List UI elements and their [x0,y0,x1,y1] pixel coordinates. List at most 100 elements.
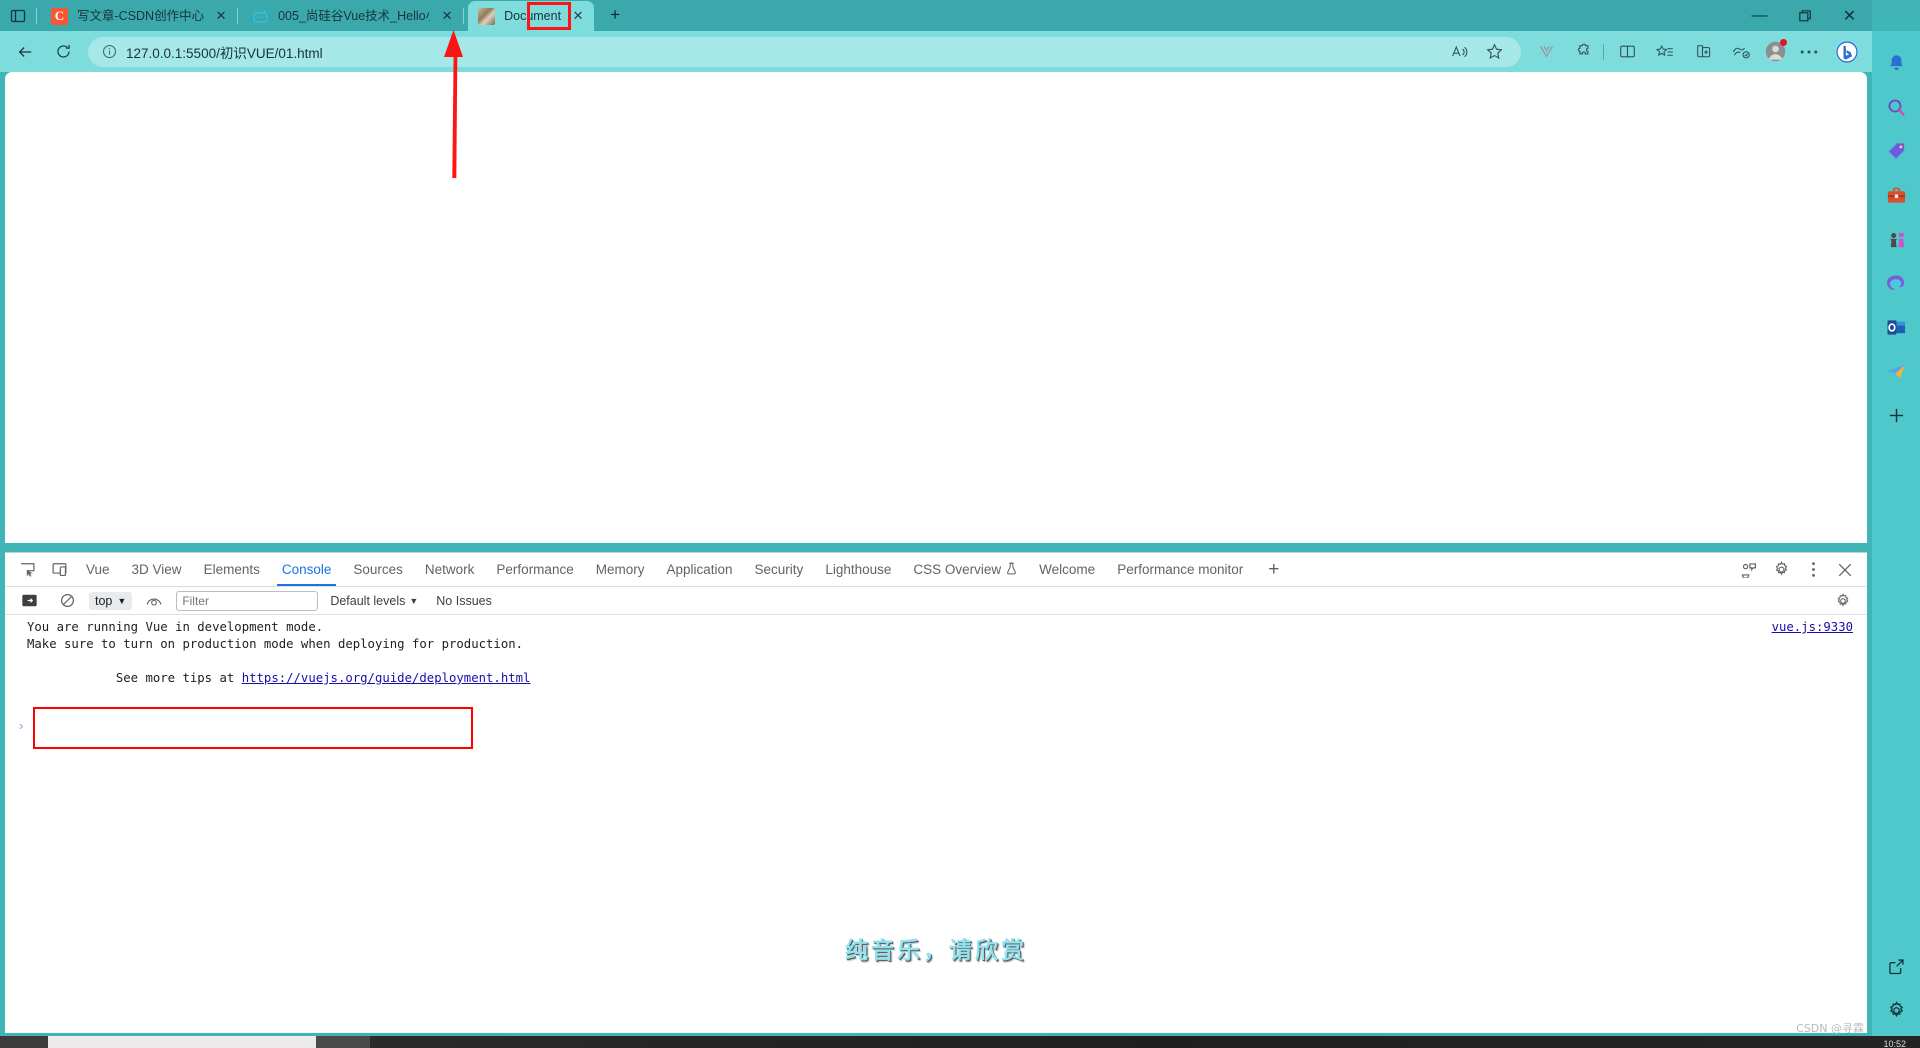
vue-devtools-extension-icon[interactable] [1530,36,1562,68]
notifications-bell-icon[interactable] [1876,41,1916,85]
browser-essentials-icon[interactable] [1725,36,1757,68]
devtools-panel: Vue 3D View Elements Console Sources Net… [5,552,1867,1033]
toggle-drawer-icon[interactable] [1735,556,1763,584]
console-message[interactable]: You are running Vue in development mode.… [5,615,1867,704]
tab-title: 写文章-CSDN创作中心 [77,9,205,23]
experimental-flask-icon [1006,562,1017,578]
console-sidebar-toggle-icon[interactable] [15,587,43,615]
devtools-toolbar-right [1733,556,1867,584]
page-viewport[interactable] [5,72,1867,543]
close-devtools-icon[interactable] [1831,556,1859,584]
browser-tab-3-active[interactable]: Document ✕ [468,1,595,31]
console-input-highlight[interactable] [33,707,473,749]
collections-favorites-icon[interactable] [1649,36,1681,68]
settings-more-icon[interactable] [1793,36,1825,68]
extensions-puzzle-icon[interactable] [1568,36,1600,68]
tab-close-icon[interactable]: ✕ [568,6,588,26]
devtools-tab-application[interactable]: Application [655,553,743,586]
devtools-tab-lighthouse[interactable]: Lighthouse [814,553,902,586]
devtools-tab-console[interactable]: Console [271,553,343,586]
console-message-line: You are running Vue in development mode. [27,620,324,634]
toolbar-right-icons [1527,36,1866,68]
tab-label: CSS Overview [913,562,1002,577]
refresh-icon[interactable] [47,36,79,68]
tools-briefcase-icon[interactable] [1876,173,1916,217]
devtools-tab-css-overview[interactable]: CSS Overview [902,553,1028,586]
levels-label: Default levels [330,593,406,608]
profile-avatar[interactable] [1760,37,1790,67]
telegram-send-icon[interactable] [1876,349,1916,393]
add-sidebar-app-icon[interactable] [1876,393,1916,437]
devtools-tab-security[interactable]: Security [744,553,815,586]
tab-label: Application [666,562,733,577]
taskbar-window-preview[interactable] [48,1036,316,1048]
tab-divider [237,8,239,24]
edge-sidebar [1872,31,1920,1048]
minimize-button[interactable]: — [1737,0,1782,31]
restore-button[interactable] [1782,0,1827,31]
devtools-tab-3d-view[interactable]: 3D View [121,553,193,586]
devtools-tab-performance-monitor[interactable]: Performance monitor [1106,553,1254,586]
devtools-tab-elements[interactable]: Elements [193,553,271,586]
site-info-icon[interactable] [98,41,120,63]
tab-label: Sources [353,562,403,577]
read-aloud-icon[interactable] [1446,38,1474,66]
os-taskbar: 10:52 [0,1036,1920,1048]
live-expression-eye-icon[interactable] [140,587,168,615]
devtools-tab-network[interactable]: Network [414,553,486,586]
console-message-source-link[interactable]: vue.js:9330 [1772,619,1853,636]
log-levels-selector[interactable]: Default levels ▼ [330,594,418,608]
console-output[interactable]: You are running Vue in development mode.… [5,615,1867,1033]
tab-label: 3D View [131,562,182,577]
taskbar-window-preview-2[interactable] [316,1036,370,1048]
tab-search-icon[interactable] [0,0,36,31]
browser-tab-1[interactable]: C 写文章-CSDN创作中心 ✕ [41,1,237,31]
devtools-more-options-icon[interactable] [1799,556,1827,584]
devtools-more-tabs-button[interactable]: + [1254,553,1293,586]
inspect-element-icon[interactable] [13,556,41,584]
split-screen-icon[interactable] [1611,36,1643,68]
clear-console-icon[interactable] [53,587,81,615]
devtools-tab-memory[interactable]: Memory [585,553,656,586]
tab-label: Performance monitor [1117,562,1244,577]
tab-label: Network [424,562,475,577]
device-toolbar-icon[interactable] [45,556,73,584]
devtools-tab-welcome[interactable]: Welcome [1028,553,1106,586]
back-icon[interactable] [9,36,41,68]
devtools-settings-gear-icon[interactable] [1767,556,1795,584]
devtools-tab-vue[interactable]: Vue [75,553,121,586]
sidebar-settings-gear-icon[interactable] [1876,988,1916,1032]
window-controls: — ✕ [1737,0,1872,31]
favorite-star-icon[interactable] [1480,38,1508,66]
console-message-line: See more tips at https://vuejs.org/guide… [27,653,1867,704]
close-window-button[interactable]: ✕ [1827,0,1872,31]
tab-label: Elements [203,562,260,577]
devtools-tab-performance[interactable]: Performance [485,553,584,586]
browser-toolbar: 127.0.0.1:5500/初识VUE/01.html [0,31,1872,72]
search-magnifier-icon[interactable] [1876,85,1916,129]
games-chess-icon[interactable] [1876,217,1916,261]
deployment-guide-link[interactable]: https://vuejs.org/guide/deployment.html [242,671,531,685]
prompt-caret-icon: › [19,718,24,733]
outlook-icon[interactable] [1876,305,1916,349]
open-in-new-window-icon[interactable] [1876,944,1916,988]
screen: C 写文章-CSDN创作中心 ✕ 005_尚硅谷Vue技术_Hello小案例 ✕ [0,0,1920,1048]
browser-tab-2[interactable]: 005_尚硅谷Vue技术_Hello小案例 ✕ [242,1,463,31]
shopping-tag-icon[interactable] [1876,129,1916,173]
tab-label: Console [281,562,332,577]
tab-title: 005_尚硅谷Vue技术_Hello小案例 [278,9,430,23]
execution-context-selector[interactable]: top ▼ [89,591,133,610]
console-message-text: See more tips at [115,671,242,685]
console-settings-gear-icon[interactable] [1829,587,1857,615]
issues-counter[interactable]: No Issues [436,594,492,608]
tab-close-icon[interactable]: ✕ [437,6,457,26]
address-bar[interactable]: 127.0.0.1:5500/初识VUE/01.html [88,36,1521,67]
add-to-collection-icon[interactable] [1687,36,1719,68]
copilot-bing-icon[interactable] [1831,36,1863,68]
new-tab-button[interactable]: + [600,0,630,30]
devtools-tab-sources[interactable]: Sources [342,553,414,586]
console-prompt-row[interactable]: › [5,707,1867,749]
console-filter-input[interactable] [176,590,319,611]
tab-close-icon[interactable]: ✕ [211,6,231,26]
image-creator-icon[interactable] [1876,261,1916,305]
